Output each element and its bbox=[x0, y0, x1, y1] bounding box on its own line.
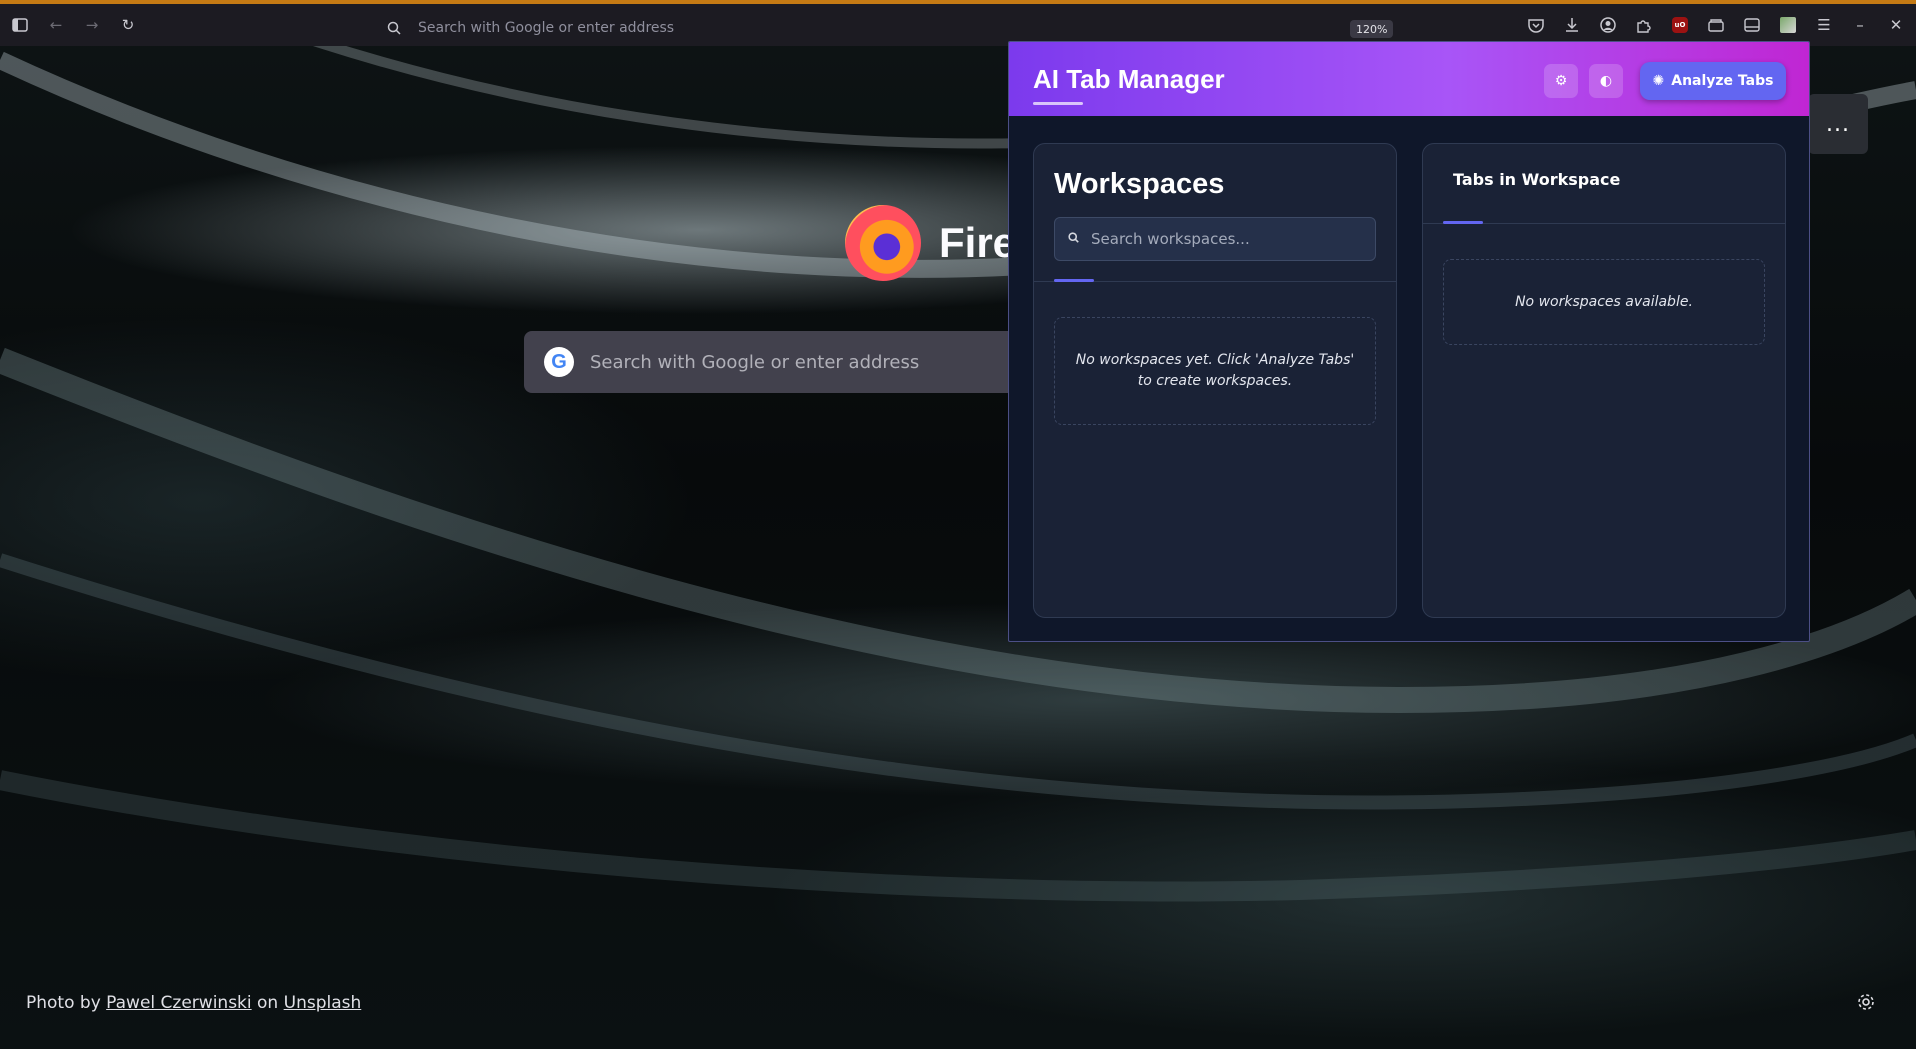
downloads-icon[interactable] bbox=[1558, 11, 1586, 39]
newtab-search-placeholder: Search with Google or enter address bbox=[590, 351, 920, 373]
google-logo-icon: G bbox=[544, 347, 574, 377]
firefox-brand: Fire bbox=[845, 205, 1016, 281]
firefox-wordmark: Fire bbox=[939, 219, 1017, 266]
forward-arrow-icon[interactable]: → bbox=[78, 11, 106, 39]
minimize-icon[interactable]: – bbox=[1846, 11, 1874, 39]
toolbar-right-icons: uO ☰ – ✕ bbox=[1522, 11, 1916, 39]
workspace-search-input[interactable]: Search workspaces... bbox=[1054, 217, 1376, 261]
workspaces-accent-bar bbox=[1054, 279, 1094, 282]
more-options-button[interactable]: ... bbox=[1808, 94, 1868, 154]
tabs-panel-header: Tabs in Workspace bbox=[1423, 144, 1785, 224]
pocket-icon[interactable] bbox=[1522, 11, 1550, 39]
extension-thumbnail bbox=[1780, 17, 1796, 33]
ublock-badge: uO bbox=[1672, 17, 1688, 33]
tabs-in-workspace-panel: Tabs in Workspace No workspaces availabl… bbox=[1422, 143, 1786, 618]
back-arrow-icon[interactable]: ← bbox=[42, 11, 70, 39]
theme-toggle-button[interactable]: ◐ bbox=[1589, 64, 1623, 98]
nav-buttons: ← → ↻ bbox=[6, 11, 142, 39]
browser-toolbar: ← → ↻ Search with Google or enter addres… bbox=[0, 0, 1916, 46]
brain-icon: ✺ bbox=[1652, 73, 1665, 89]
workspaces-title: Workspaces bbox=[1054, 168, 1225, 200]
workspaces-empty-state: No workspaces yet. Click 'Analyze Tabs' … bbox=[1054, 317, 1376, 425]
popup-title: AI Tab Manager bbox=[1033, 63, 1225, 94]
analyze-tabs-label: Analyze Tabs bbox=[1671, 73, 1774, 89]
firefox-logo-icon bbox=[845, 205, 921, 281]
extensions-puzzle-icon[interactable] bbox=[1630, 11, 1658, 39]
app-menu-icon[interactable]: ☰ bbox=[1810, 11, 1838, 39]
analyze-tabs-button[interactable]: ✺ Analyze Tabs bbox=[1640, 62, 1786, 100]
gear-icon: ⚙ bbox=[1554, 73, 1568, 89]
popup-header: AI Tab Manager ⚙ ◐ ✺ Analyze Tabs bbox=[1009, 42, 1809, 116]
settings-button[interactable]: ⚙ bbox=[1544, 64, 1578, 98]
account-icon[interactable] bbox=[1594, 11, 1622, 39]
zoom-level-badge[interactable]: 120% bbox=[1350, 20, 1394, 38]
workspaces-panel-header: Workspaces Search workspaces... bbox=[1034, 144, 1396, 282]
contrast-icon: ◐ bbox=[1599, 73, 1613, 89]
reload-icon[interactable]: ↻ bbox=[114, 11, 142, 39]
ai-tab-manager-popup: AI Tab Manager ⚙ ◐ ✺ Analyze Tabs Worksp… bbox=[1008, 41, 1810, 642]
sidebar-panel-icon[interactable] bbox=[1738, 11, 1766, 39]
tabs-in-workspace-title: Tabs in Workspace bbox=[1453, 170, 1621, 189]
unsplash-link[interactable]: Unsplash bbox=[284, 993, 362, 1013]
close-window-icon[interactable]: ✕ bbox=[1882, 11, 1910, 39]
title-underline bbox=[1033, 102, 1083, 105]
address-bar-placeholder: Search with Google or enter address bbox=[418, 20, 675, 36]
sidebar-toggle-icon[interactable] bbox=[6, 11, 34, 39]
search-icon bbox=[1068, 232, 1079, 246]
newtab-settings-gear-icon[interactable] bbox=[1856, 992, 1876, 1017]
workspace-search-placeholder: Search workspaces... bbox=[1091, 230, 1250, 248]
photo-credit: Photo by Pawel Czerwinski on Unsplash bbox=[26, 993, 361, 1013]
search-icon bbox=[380, 14, 408, 42]
tabs-empty-state: No workspaces available. bbox=[1443, 259, 1765, 345]
tab-manager-extension-icon[interactable] bbox=[1702, 11, 1730, 39]
newtab-search-input[interactable]: G Search with Google or enter address bbox=[524, 331, 1044, 393]
credit-joiner: on bbox=[257, 993, 279, 1013]
extension-thumbnail-icon[interactable] bbox=[1774, 11, 1802, 39]
workspaces-panel: Workspaces Search workspaces... No works… bbox=[1033, 143, 1397, 618]
photographer-link[interactable]: Pawel Czerwinski bbox=[106, 993, 251, 1013]
tabs-accent-bar bbox=[1443, 221, 1483, 224]
address-bar[interactable]: Search with Google or enter address bbox=[380, 13, 1395, 43]
ublock-origin-icon[interactable]: uO bbox=[1666, 11, 1694, 39]
credit-prefix: Photo by bbox=[26, 993, 101, 1013]
